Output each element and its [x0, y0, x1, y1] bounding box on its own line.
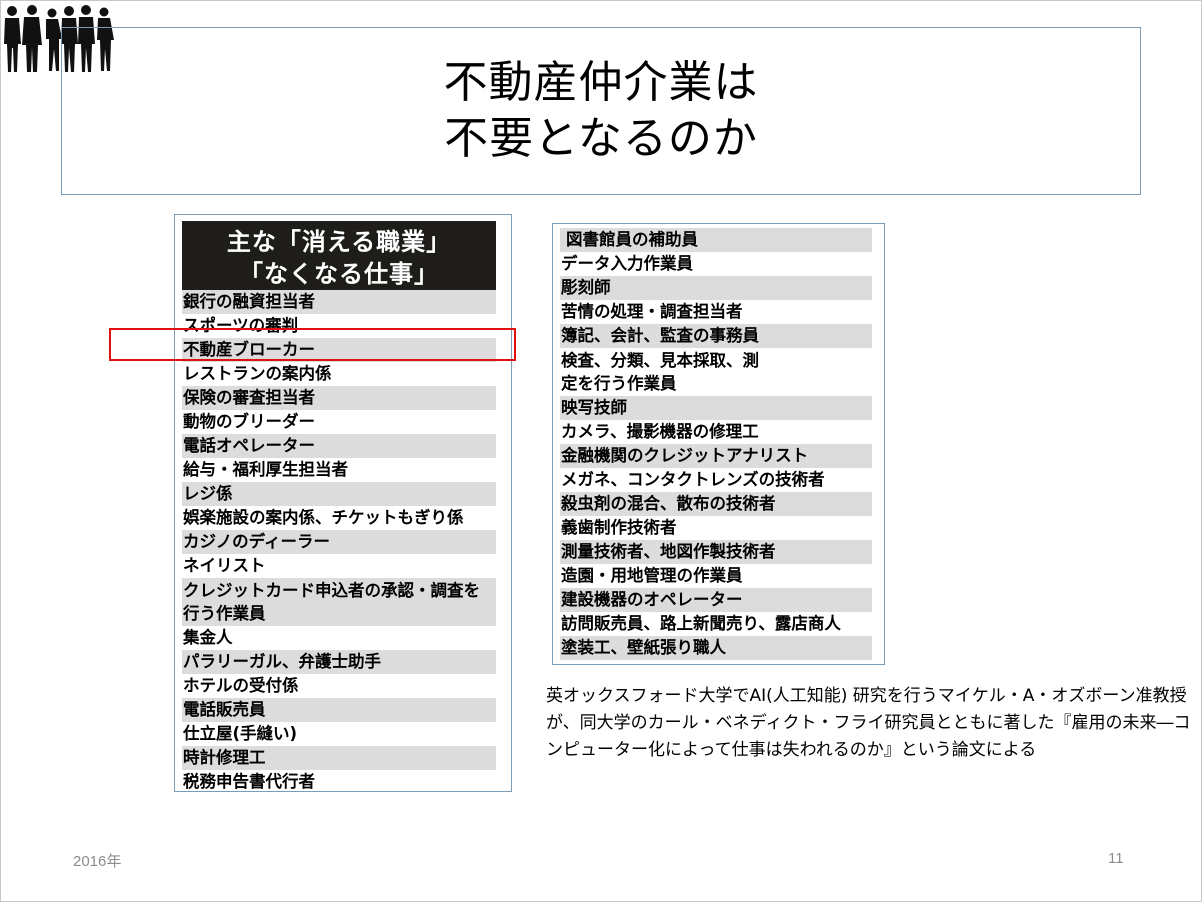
- list-item: カジノのディーラー: [182, 530, 496, 554]
- list-item: 義歯制作技術者: [561, 518, 677, 537]
- list-item: 彫刻師: [560, 276, 872, 300]
- list-header: 主な「消える職業」 「なくなる仕事」: [182, 221, 496, 295]
- list-header-line-1: 主な「消える職業」: [226, 228, 452, 256]
- job-list-right: 図書館員の補助員 データ入力作業員 彫刻師 苦情の処理・調査担当者 簿記、会計、…: [560, 228, 874, 660]
- list-item: 苦情の処理・調査担当者: [561, 302, 743, 321]
- list-item: データ入力作業員: [561, 254, 693, 273]
- source-note: 英オックスフォード大学でAI(人工知能) 研究を行うマイケル・A・オズボーン准教…: [546, 686, 1191, 760]
- list-item: メガネ、コンタクトレンズの技術者: [561, 470, 825, 489]
- slide-title-line-2: 不要となるのか: [444, 113, 758, 164]
- footer-date: 2016年: [73, 853, 122, 870]
- list-item: 時計修理工: [182, 746, 496, 770]
- disappearing-jobs-list-right: 図書館員の補助員 データ入力作業員 彫刻師 苦情の処理・調査担当者 簿記、会計、…: [552, 223, 885, 665]
- list-item: 電話オペレーター: [182, 434, 496, 458]
- list-item: 仕立屋(手縫い): [183, 724, 298, 743]
- list-item: 金融機関のクレジットアナリスト: [560, 444, 872, 468]
- list-item: 殺虫剤の混合、散布の技術者: [560, 492, 872, 516]
- list-item: レストランの案内係: [183, 364, 332, 383]
- list-item: 測量技術者、地図作製技術者: [560, 540, 872, 564]
- list-item: 集金人: [183, 628, 233, 647]
- list-item: 簿記、会計、監査の事務員: [560, 324, 872, 348]
- list-item: カメラ、撮影機器の修理工: [561, 422, 759, 441]
- list-item: 銀行の融資担当者: [182, 290, 496, 314]
- list-item: 検査、分類、見本採取、測定を行う作業員: [561, 351, 759, 393]
- slide-title-line-1: 不動産仲介業は: [443, 57, 759, 108]
- job-list-left: 銀行の融資担当者 スポーツの審判 不動産ブローカー レストランの案内係 保険の審…: [182, 290, 496, 794]
- list-item: 税務申告書代行者: [183, 772, 315, 791]
- list-item: 給与・福利厚生担当者: [183, 460, 348, 479]
- list-item: 保険の審査担当者: [182, 386, 496, 410]
- list-item: 建設機器のオペレーター: [560, 588, 872, 612]
- page-number: 11: [1108, 850, 1124, 867]
- list-item: 電話販売員: [182, 698, 496, 722]
- list-item: 動物のブリーダー: [183, 412, 315, 431]
- list-item: 映写技師: [560, 396, 872, 420]
- list-item: クレジットカード申込者の承認・調査を行う作業員: [182, 578, 496, 626]
- list-header-line-2: 「なくなる仕事」: [239, 260, 439, 288]
- slide-title-box: 不動産仲介業は 不要となるのか: [61, 27, 1141, 195]
- list-item: レジ係: [182, 482, 496, 506]
- list-item: ネイリスト: [183, 556, 266, 575]
- highlight-box-real-estate-broker: [109, 328, 516, 361]
- list-item: 塗装工、壁紙張り職人: [560, 636, 872, 660]
- list-item: 造園・用地管理の作業員: [561, 566, 743, 585]
- list-item: 娯楽施設の案内係、チケットもぎり係: [183, 508, 464, 527]
- disappearing-jobs-list-left: 主な「消える職業」 「なくなる仕事」 銀行の融資担当者 スポーツの審判 不動産ブ…: [174, 214, 512, 792]
- list-item: 訪問販売員、路上新聞売り、露店商人: [561, 614, 841, 633]
- list-item: ホテルの受付係: [183, 676, 299, 695]
- list-item: 図書館員の補助員: [560, 228, 872, 252]
- list-item: パラリーガル、弁護士助手: [182, 650, 496, 674]
